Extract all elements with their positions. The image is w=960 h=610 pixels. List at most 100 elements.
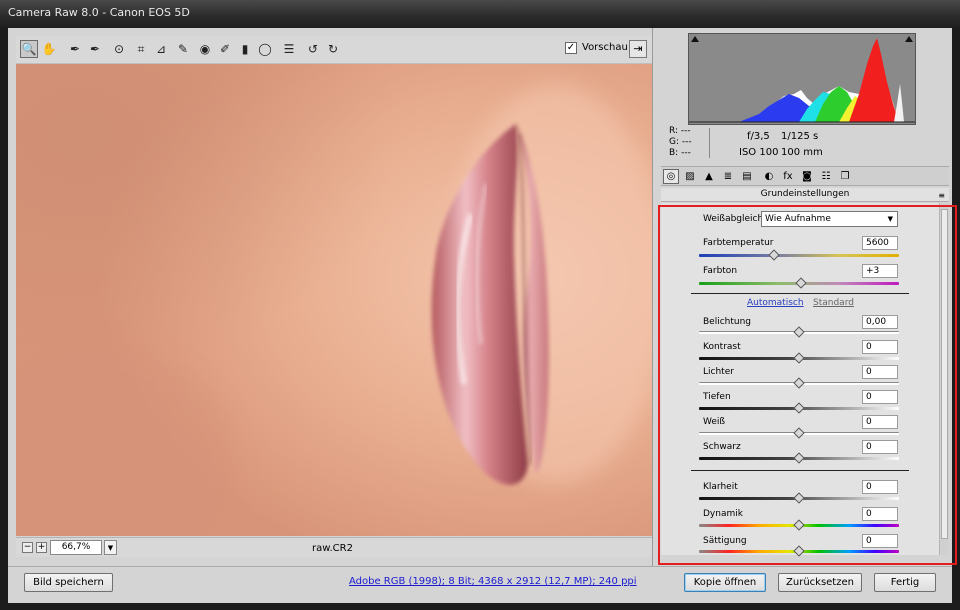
tab-tone-curve-icon[interactable]: ▨ — [682, 169, 698, 184]
whites-slider-handle[interactable] — [793, 427, 805, 439]
tab-effects-icon[interactable]: fx — [780, 169, 796, 184]
tab-lens-corrections-icon[interactable]: ◐ — [761, 169, 777, 184]
clarity-slider-handle[interactable] — [793, 492, 805, 504]
highlights-slider-handle[interactable] — [793, 377, 805, 389]
shutter-speed: 1/125 s — [781, 131, 819, 142]
title-bar: Camera Raw 8.0 - Canon EOS 5D — [0, 0, 960, 28]
open-copy-button[interactable]: Kopie öffnen — [684, 573, 766, 592]
iso: ISO 100 — [739, 147, 779, 158]
rgb-readout: R: --- G: --- B: --- — [669, 126, 692, 159]
preview-label: Vorschau — [582, 42, 628, 53]
focal-length: 100 mm — [781, 147, 823, 158]
radial-filter-tool-icon[interactable]: ◯ — [256, 40, 274, 58]
divider — [691, 470, 909, 471]
saturation-slider-handle[interactable] — [793, 545, 805, 557]
color-sampler-tool-icon[interactable]: ✒ — [86, 40, 104, 58]
straighten-tool-icon[interactable]: ⊿ — [152, 40, 170, 58]
highlights-field[interactable]: 0 — [862, 365, 898, 379]
tint-field[interactable]: +3 — [862, 264, 898, 278]
bottom-bar: Bild speichern Adobe RGB (1998); 8 Bit; … — [8, 566, 952, 603]
zoom-dropdown-button[interactable]: ▼ — [104, 540, 117, 555]
window-title: Camera Raw 8.0 - Canon EOS 5D — [8, 6, 190, 19]
r-value: --- — [680, 126, 691, 136]
vibrance-label: Dynamik — [703, 509, 743, 519]
contrast-slider-handle[interactable] — [793, 352, 805, 364]
g-label: G: — [669, 137, 680, 147]
zoom-out-button[interactable]: − — [22, 542, 33, 553]
white-balance-tool-icon[interactable]: ✒ — [66, 40, 84, 58]
red-eye-removal-tool-icon[interactable]: ◉ — [196, 40, 214, 58]
chevron-down-icon: ▼ — [887, 215, 893, 223]
temperature-label: Farbtemperatur — [703, 238, 774, 248]
temperature-slider-handle[interactable] — [768, 249, 780, 261]
r-label: R: — [669, 126, 679, 136]
tab-camera-calibration-icon[interactable]: ◙ — [799, 169, 815, 184]
exposure-label: Belichtung — [703, 317, 752, 327]
fullscreen-toggle-icon[interactable]: ⇥ — [629, 40, 647, 58]
vibrance-field[interactable]: 0 — [862, 507, 898, 521]
saturation-field[interactable]: 0 — [862, 534, 898, 548]
status-bar: − + 66,7% ▼ raw.CR2 — [16, 537, 652, 557]
adjustment-brush-tool-icon[interactable]: ✐ — [216, 40, 234, 58]
rotate-left-icon[interactable]: ↺ — [304, 40, 322, 58]
tab-hsl-icon[interactable]: ≣ — [720, 169, 736, 184]
panel-scrollbar[interactable] — [939, 203, 949, 555]
file-name: raw.CR2 — [312, 543, 353, 554]
save-image-button[interactable]: Bild speichern — [24, 573, 113, 592]
tab-snapshots-icon[interactable]: ❐ — [837, 169, 853, 184]
white-balance-select[interactable]: Wie Aufnahme ▼ — [761, 211, 898, 227]
blacks-label: Schwarz — [703, 442, 741, 452]
auto-link[interactable]: Automatisch — [747, 298, 804, 308]
exposure-field[interactable]: 0,00 — [862, 315, 898, 329]
temperature-slider[interactable] — [699, 254, 899, 257]
zoom-tool-icon[interactable]: 🔍 — [20, 40, 38, 58]
tint-slider-handle[interactable] — [795, 277, 807, 289]
histogram — [688, 33, 916, 125]
tab-presets-icon[interactable]: ☷ — [818, 169, 834, 184]
clarity-field[interactable]: 0 — [862, 480, 898, 494]
spot-removal-tool-icon[interactable]: ✎ — [174, 40, 192, 58]
temperature-field[interactable]: 5600 — [862, 236, 898, 250]
b-label: B: — [669, 148, 679, 158]
image-preview[interactable] — [16, 64, 652, 536]
shadows-field[interactable]: 0 — [862, 390, 898, 404]
tab-basic-icon[interactable]: ◎ — [663, 169, 679, 184]
graduated-filter-tool-icon[interactable]: ▮ — [236, 40, 254, 58]
shadows-slider-handle[interactable] — [793, 402, 805, 414]
divider — [691, 293, 909, 294]
scrollbar-thumb[interactable] — [941, 209, 948, 539]
hand-tool-icon[interactable]: ✋ — [40, 40, 58, 58]
blacks-field[interactable]: 0 — [862, 440, 898, 454]
basic-settings: Weißabgleich: Wie Aufnahme ▼ Farbtempera… — [661, 203, 939, 557]
crop-tool-icon[interactable]: ⌗ — [132, 40, 150, 58]
panel-tab-bar: ◎ ▨ ▲ ≣ ▤ ◐ fx ◙ ☷ ❐ — [661, 166, 949, 186]
vibrance-slider-handle[interactable] — [793, 519, 805, 531]
rotate-right-icon[interactable]: ↻ — [324, 40, 342, 58]
panel-title: Grundeinstellungen ≡ — [661, 188, 949, 202]
blacks-slider-handle[interactable] — [793, 452, 805, 464]
panel-title-text: Grundeinstellungen — [760, 189, 850, 199]
saturation-label: Sättigung — [703, 536, 747, 546]
zoom-level-field[interactable]: 66,7% — [50, 540, 102, 555]
white-balance-label: Weißabgleich: — [703, 214, 767, 224]
targeted-adjustment-tool-icon[interactable]: ⊙ — [110, 40, 128, 58]
right-panel: R: --- G: --- B: --- f/3,5 1/125 s ISO 1… — [652, 28, 952, 566]
reset-button[interactable]: Zurücksetzen — [778, 573, 862, 592]
whites-label: Weiß — [703, 417, 726, 427]
tab-split-toning-icon[interactable]: ▤ — [739, 169, 755, 184]
toolbar: 🔍 ✋ ✒ ✒ ⊙ ⌗ ⊿ ✎ ◉ ✐ ▮ ◯ ☰ ↺ ↻ ✓ Vorschau… — [16, 36, 652, 64]
workflow-options-link[interactable]: Adobe RGB (1998); 8 Bit; 4368 x 2912 (12… — [349, 576, 637, 587]
contrast-label: Kontrast — [703, 342, 741, 352]
zoom-in-button[interactable]: + — [36, 542, 47, 553]
default-link[interactable]: Standard — [813, 298, 854, 308]
preview-checkbox[interactable]: ✓ — [565, 42, 577, 54]
preferences-icon[interactable]: ☰ — [280, 40, 298, 58]
whites-field[interactable]: 0 — [862, 415, 898, 429]
contrast-field[interactable]: 0 — [862, 340, 898, 354]
tab-detail-icon[interactable]: ▲ — [701, 169, 717, 184]
done-button[interactable]: Fertig — [874, 573, 936, 592]
white-balance-value: Wie Aufnahme — [765, 214, 831, 224]
shadows-label: Tiefen — [703, 392, 731, 402]
panel-menu-icon[interactable]: ≡ — [938, 189, 945, 202]
exposure-slider-handle[interactable] — [793, 326, 805, 338]
